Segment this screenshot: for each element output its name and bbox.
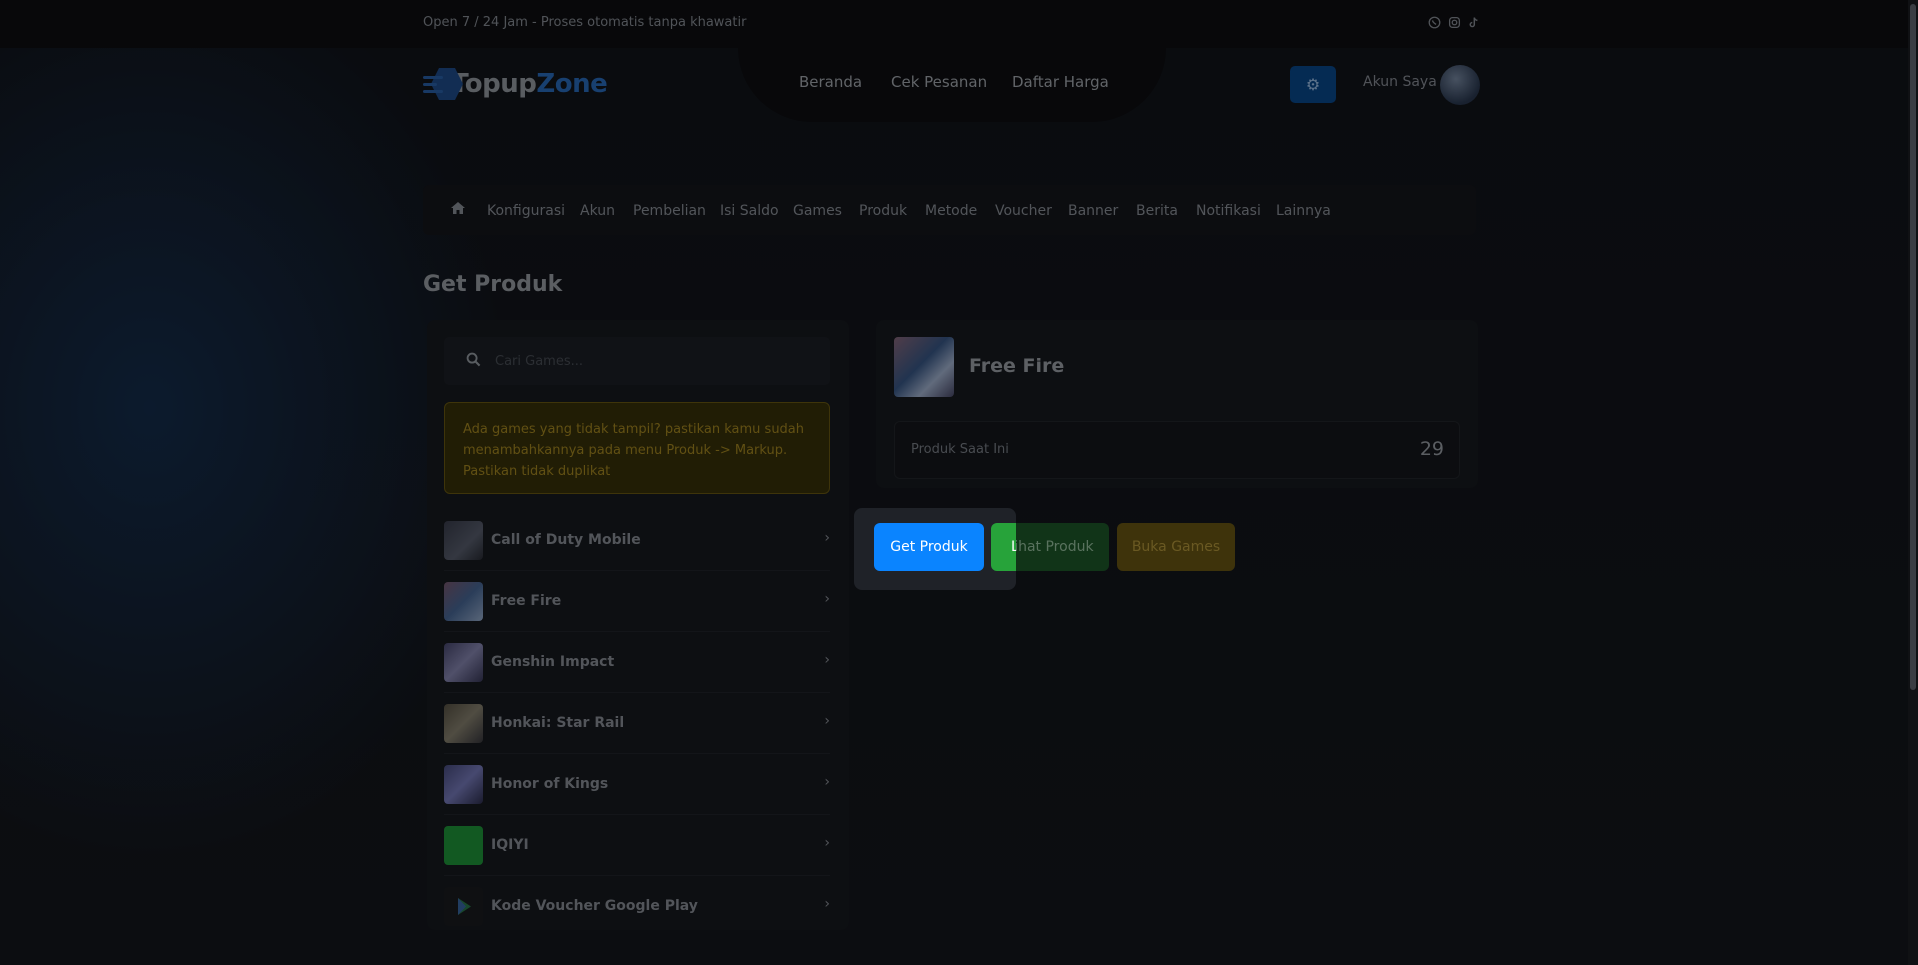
scrollbar-thumb[interactable]	[1910, 4, 1916, 690]
game-list-item[interactable]: Free Fire ›	[444, 572, 830, 632]
game-list-item[interactable]: Genshin Impact ›	[444, 633, 830, 693]
game-name: Free Fire	[491, 593, 562, 609]
menu-voucher[interactable]: Voucher	[995, 203, 1052, 219]
buka-games-button[interactable]: Buka Games	[1117, 523, 1235, 571]
nav-daftar-harga[interactable]: Daftar Harga	[1012, 73, 1109, 91]
whatsapp-icon[interactable]	[1427, 16, 1441, 30]
gear-icon: ⚙	[1305, 75, 1321, 94]
game-name: Honor of Kings	[491, 776, 609, 792]
instagram-icon[interactable]	[1447, 16, 1461, 30]
menu-notifikasi[interactable]: Notifikasi	[1196, 203, 1261, 219]
menu-akun[interactable]: Akun	[580, 203, 615, 219]
game-name: Kode Voucher Google Play	[491, 898, 698, 914]
menu-banner[interactable]: Banner	[1068, 203, 1118, 219]
page-title: Get Produk	[423, 272, 563, 297]
chevron-right-icon: ›	[824, 591, 830, 607]
site-logo[interactable]: TopupZone	[423, 64, 608, 104]
settings-button[interactable]: ⚙	[1290, 66, 1336, 103]
chevron-right-icon: ›	[824, 835, 830, 851]
avatar[interactable]	[1440, 65, 1480, 105]
game-list-item[interactable]: Honor of Kings ›	[444, 755, 830, 815]
menu-metode[interactable]: Metode	[925, 203, 977, 219]
game-name: IQIYI	[491, 837, 529, 853]
search-icon	[466, 352, 481, 371]
tiktok-icon[interactable]	[1466, 16, 1480, 30]
chevron-right-icon: ›	[824, 896, 830, 912]
chevron-right-icon: ›	[824, 530, 830, 546]
menu-konfigurasi[interactable]: Konfigurasi	[487, 203, 565, 219]
game-thumbnail	[444, 521, 483, 560]
product-count-value: 29	[1419, 438, 1444, 460]
selected-game-title: Free Fire	[969, 355, 1065, 377]
game-list-item[interactable]: IQIYI ›	[444, 816, 830, 876]
game-name: Genshin Impact	[491, 654, 615, 670]
menu-berita[interactable]: Berita	[1136, 203, 1178, 219]
google-play-icon	[444, 887, 483, 926]
menu-lainnya[interactable]: Lainnya	[1276, 203, 1331, 219]
game-thumbnail	[444, 643, 483, 682]
game-list-item[interactable]: Honkai: Star Rail ›	[444, 694, 830, 754]
nav-beranda[interactable]: Beranda	[799, 73, 862, 91]
home-icon[interactable]	[450, 200, 466, 219]
chevron-right-icon: ›	[824, 774, 830, 790]
game-thumbnail	[444, 765, 483, 804]
logo-text: TopupZone	[451, 69, 608, 99]
search-input[interactable]	[495, 350, 815, 372]
chevron-right-icon: ›	[824, 713, 830, 729]
warning-alert: Ada games yang tidak tampil? pastikan ka…	[444, 402, 830, 494]
game-name: Honkai: Star Rail	[491, 715, 625, 731]
menu-games[interactable]: Games	[793, 203, 842, 219]
game-list-item[interactable]: Call of Duty Mobile ›	[444, 511, 830, 571]
product-count-label: Produk Saat Ini	[911, 442, 1009, 457]
game-list-item[interactable]: Kode Voucher Google Play ›	[444, 877, 830, 937]
game-name: Call of Duty Mobile	[491, 532, 641, 548]
top-announcement-bar	[0, 0, 1918, 48]
lihat-produk-button-highlight: L	[991, 523, 1016, 571]
game-thumbnail	[444, 826, 483, 865]
game-thumbnail	[444, 704, 483, 743]
game-thumbnail	[444, 582, 483, 621]
menu-pembelian[interactable]: Pembelian	[633, 203, 706, 219]
get-produk-button[interactable]: Get Produk	[874, 523, 984, 571]
menu-isi-saldo[interactable]: Isi Saldo	[720, 203, 779, 219]
logo-icon	[423, 66, 465, 102]
menu-produk[interactable]: Produk	[859, 203, 907, 219]
announcement-text: Open 7 / 24 Jam - Proses otomatis tanpa …	[423, 15, 747, 30]
nav-cek-pesanan[interactable]: Cek Pesanan	[891, 73, 987, 91]
selected-game-thumbnail	[894, 337, 954, 397]
account-label[interactable]: Akun Saya	[1363, 74, 1437, 90]
chevron-right-icon: ›	[824, 652, 830, 668]
